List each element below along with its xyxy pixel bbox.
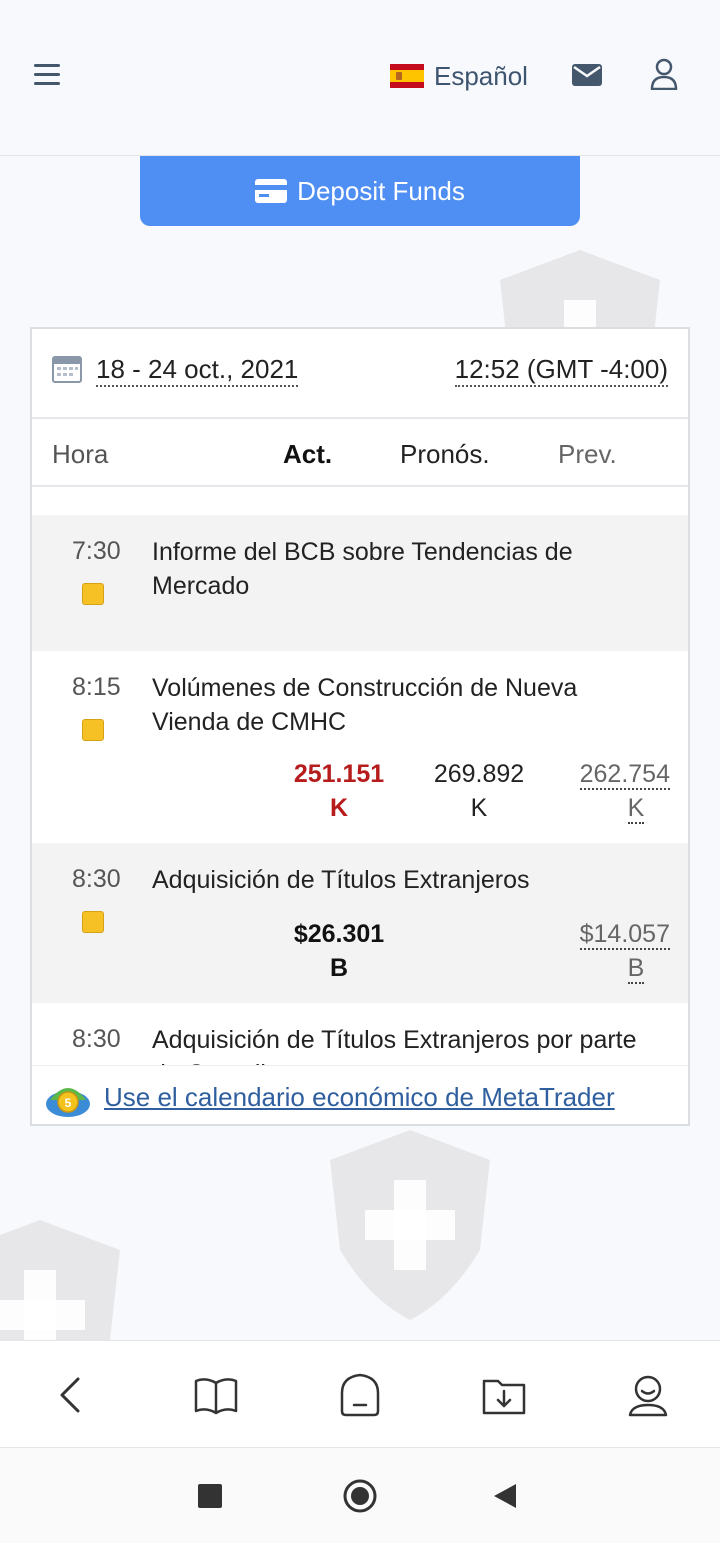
browser-toolbar xyxy=(0,1340,720,1448)
deposit-funds-label: Deposit Funds xyxy=(297,175,465,206)
importance-indicator-icon xyxy=(82,911,104,933)
metatrader-calendar-link[interactable]: Use el calendario económico de MetaTrade… xyxy=(104,1082,615,1113)
top-bar: Español xyxy=(0,0,720,156)
hamburger-icon[interactable] xyxy=(34,64,60,86)
forecast-value: 269.892 K xyxy=(433,760,525,822)
date-range-selector[interactable]: 18 - 24 oct., 2021 xyxy=(96,353,299,387)
page: Español Deposit Funds 18 - 24 oct., 2021 xyxy=(0,0,720,1543)
event-title: Adquisición de Títulos Extranjeros xyxy=(152,866,530,894)
language-label: Español xyxy=(434,60,528,91)
credit-card-icon xyxy=(255,179,288,203)
system-navigation-bar xyxy=(0,1448,720,1543)
event-row[interactable]: 7:30 Informe del BCB sobre Tendencias de… xyxy=(32,515,688,651)
column-header-actual: Act. xyxy=(283,439,333,469)
actual-value: 251.151 K xyxy=(293,760,385,822)
home-circle-icon[interactable] xyxy=(342,1478,378,1514)
actual-value: $26.301 B xyxy=(293,920,385,982)
column-header-previous: Prev. xyxy=(558,439,617,469)
importance-indicator-icon xyxy=(82,583,104,605)
event-title: Adquisición de Títulos Extranjeros por p… xyxy=(152,1026,637,1065)
event-row[interactable]: 8:15 Volúmenes de Construcción de Nueva … xyxy=(32,651,688,843)
metatrader-banner: 5 Use el calendario económico de MetaTra… xyxy=(32,1065,688,1124)
previous-value[interactable]: $14.057 B xyxy=(562,917,670,985)
home-icon[interactable] xyxy=(336,1371,384,1419)
event-time: 8:30 xyxy=(72,865,121,893)
back-chevron-icon[interactable] xyxy=(46,1371,94,1419)
previous-value[interactable]: 262.754 K xyxy=(562,757,670,825)
downloads-folder-icon[interactable] xyxy=(480,1371,528,1419)
economic-calendar-widget: 18 - 24 oct., 2021 12:52 (GMT -4:00) Hor… xyxy=(30,327,690,1126)
svg-text:5: 5 xyxy=(65,1096,72,1110)
event-title: Informe del BCB sobre Tendencias de Merc… xyxy=(152,538,573,600)
event-list: 7:30 Informe del BCB sobre Tendencias de… xyxy=(32,515,688,1065)
user-icon[interactable] xyxy=(650,58,678,90)
calendar-icon[interactable] xyxy=(52,353,82,383)
profile-icon[interactable] xyxy=(624,1371,672,1419)
column-header-forecast: Pronós. xyxy=(400,439,490,469)
watermark-shield-icon xyxy=(330,1130,490,1320)
recent-apps-icon[interactable] xyxy=(198,1484,222,1508)
metatrader-icon: 5 xyxy=(46,1088,90,1117)
importance-indicator-icon xyxy=(82,719,104,741)
event-time: 8:15 xyxy=(72,673,121,701)
column-header-row: Hora Act. Pronós. Prev. xyxy=(32,419,688,487)
time-zone-selector[interactable]: 12:52 (GMT -4:00) xyxy=(454,353,668,387)
event-time: 8:30 xyxy=(72,1025,121,1053)
language-selector[interactable]: Español xyxy=(390,58,528,94)
spain-flag-icon xyxy=(390,64,424,88)
calendar-date-row: 18 - 24 oct., 2021 12:52 (GMT -4:00) xyxy=(32,329,688,419)
mail-icon[interactable] xyxy=(572,64,602,86)
deposit-funds-button[interactable]: Deposit Funds xyxy=(140,156,580,226)
event-row[interactable]: 8:30 Adquisición de Títulos Extranjeros … xyxy=(32,843,688,1003)
column-header-hora: Hora xyxy=(52,439,109,469)
event-time: 7:30 xyxy=(72,537,121,565)
back-triangle-icon[interactable] xyxy=(492,1482,518,1510)
bookmarks-book-icon[interactable] xyxy=(192,1371,240,1419)
event-row[interactable]: 8:30 Adquisición de Títulos Extranjeros … xyxy=(32,1003,688,1065)
event-title: Volúmenes de Construcción de Nueva Viend… xyxy=(152,674,578,736)
